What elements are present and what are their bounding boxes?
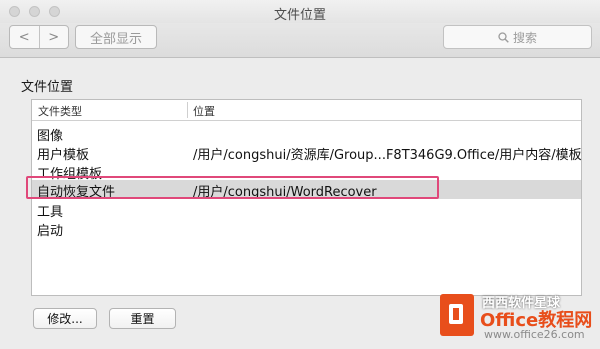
title-bar: 文件位置 bbox=[0, 0, 600, 23]
table-row[interactable]: 启动 bbox=[32, 219, 581, 239]
show-all-button[interactable]: 全部显示 bbox=[75, 25, 157, 49]
window-title: 文件位置 bbox=[273, 8, 326, 23]
search-icon bbox=[498, 31, 509, 43]
nav-button-group: < > bbox=[9, 25, 69, 49]
search-field[interactable]: 搜索 bbox=[443, 25, 592, 49]
chevron-right-icon: > bbox=[48, 29, 60, 45]
watermark-line3: www.office26.com bbox=[484, 328, 585, 341]
column-divider[interactable] bbox=[187, 102, 188, 118]
row-type: 启动 bbox=[37, 224, 64, 239]
column-header-type[interactable]: 文件类型 bbox=[38, 103, 82, 119]
back-button[interactable]: < bbox=[10, 26, 39, 48]
row-type: 用户模板 bbox=[37, 148, 90, 163]
toolbar: < > 全部显示 搜索 bbox=[0, 23, 600, 58]
row-location: /用户/congshui/资源库/Group...F8T346G9.Office… bbox=[193, 148, 582, 163]
forward-button[interactable]: > bbox=[38, 26, 69, 48]
search-placeholder: 搜索 bbox=[512, 30, 537, 45]
table-row[interactable]: 图像 bbox=[32, 124, 581, 144]
row-type: 工具 bbox=[37, 205, 64, 220]
modify-button[interactable]: 修改... bbox=[33, 308, 97, 329]
reset-button[interactable]: 重置 bbox=[109, 308, 176, 329]
table-row[interactable]: 用户模板 /用户/congshui/资源库/Group...F8T346G9.O… bbox=[32, 143, 582, 163]
row-type: 图像 bbox=[37, 129, 64, 144]
highlight-annotation-box bbox=[26, 176, 439, 199]
section-title: 文件位置 bbox=[21, 80, 74, 95]
chevron-left-icon: < bbox=[18, 29, 30, 45]
office-logo-icon bbox=[440, 294, 474, 336]
column-header-location[interactable]: 位置 bbox=[193, 103, 215, 119]
watermark: 西西软件星球 Office教程网 www.office26.com bbox=[440, 290, 600, 349]
table-header: 文件类型 位置 bbox=[32, 100, 581, 121]
table-row[interactable]: 工具 bbox=[32, 200, 581, 220]
